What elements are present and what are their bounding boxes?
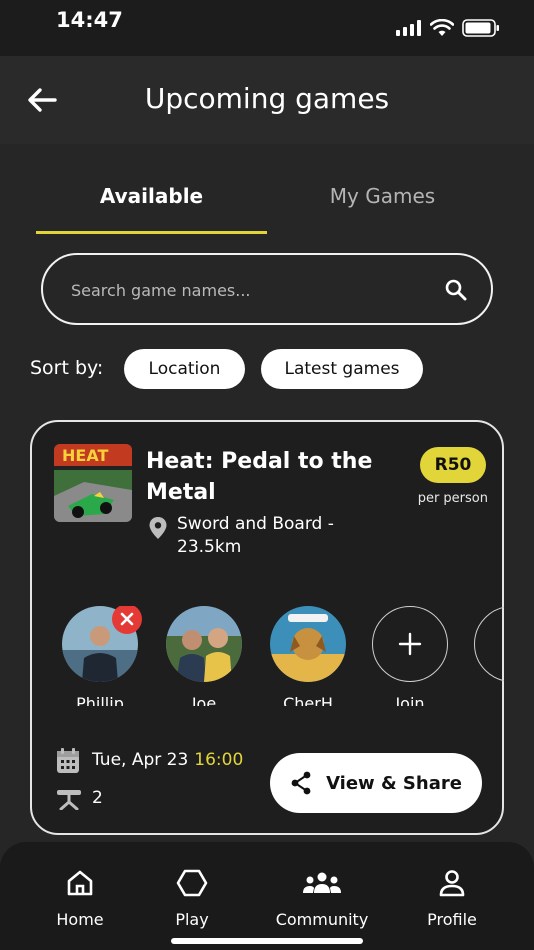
header: Upcoming games [0,56,534,144]
remove-player-button[interactable] [112,606,142,634]
share-icon [291,771,311,795]
nav-community-label: Community [275,910,369,929]
battery-icon [462,19,499,37]
cellular-signal-icon [396,20,421,36]
close-icon [120,612,134,626]
table-icon [57,790,81,810]
calendar-icon [57,748,79,773]
player-list: Phillip Joe CherH Join [60,606,504,706]
nav-profile[interactable]: Profile [412,868,492,929]
location-pin-icon [149,517,167,539]
active-tab-indicator [36,231,267,234]
game-thumbnail: HEAT [54,444,132,522]
player-name: CherH [283,694,333,706]
player-name: Phillip [76,694,124,706]
sort-label: Sort by: [30,357,104,379]
home-indicator [171,938,363,944]
game-date: Tue, Apr 23 [92,750,189,770]
empty-seat[interactable] [474,606,504,682]
join-button[interactable]: Join [370,606,450,706]
tab-available[interactable]: Available [36,184,267,208]
search-bar [41,253,493,325]
nav-play[interactable]: Play [152,868,232,929]
avatar [270,606,346,682]
bottom-nav: Home Play Community Profile [0,842,534,950]
nav-home[interactable]: Home [40,868,120,929]
game-title: Heat: Pedal to the Metal [146,449,373,505]
tab-bar: Available My Games [0,144,534,236]
view-share-button[interactable]: View & Share [270,753,482,813]
sort-latest-games-chip[interactable]: Latest games [261,349,423,389]
table-count: 2 [92,788,103,808]
game-location: Sword and Board - 23.5km [177,514,334,557]
home-icon [67,870,93,896]
plus-icon [398,632,422,656]
tab-my-games[interactable]: My Games [267,184,498,208]
game-datetime: Tue, Apr 23 16:00 [92,750,243,770]
hexagon-icon [176,869,208,897]
search-icon[interactable] [445,279,467,301]
join-label: Join [395,694,425,706]
thumbnail-logo-text: HEAT [62,446,108,465]
game-time: 16:00 [194,750,244,770]
price-note: per person [417,491,488,506]
nav-home-label: Home [56,910,104,929]
nav-profile-label: Profile [427,910,477,929]
game-card[interactable]: HEAT Heat: Pedal to the Metal Sword and … [30,420,504,835]
player-item[interactable]: Joe [164,606,244,706]
player-name: Joe [191,694,217,706]
player-item[interactable]: CherH [268,606,348,706]
nav-community[interactable]: Community [262,868,382,929]
status-time: 14:47 [56,8,123,32]
status-bar: 14:47 [0,0,534,56]
price-badge: R50 [420,447,486,483]
sort-location-chip[interactable]: Location [124,349,245,389]
join-circle [372,606,448,682]
nav-play-label: Play [175,910,209,929]
wifi-icon [430,19,454,36]
player-item[interactable]: Phillip [60,606,142,706]
page-title: Upcoming games [144,82,390,115]
profile-icon [439,870,465,897]
avatar [166,606,242,682]
status-icons [396,19,500,37]
search-input[interactable] [71,275,411,305]
view-share-label: View & Share [326,772,462,794]
community-icon [303,872,341,893]
